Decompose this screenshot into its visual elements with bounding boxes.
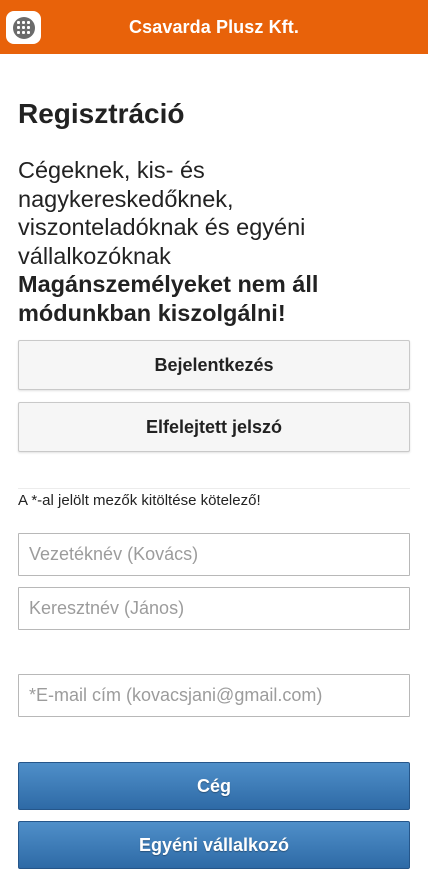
sole-trader-button[interactable]: Egyéni vállalkozó <box>18 821 410 869</box>
email-input[interactable] <box>18 674 410 717</box>
company-button[interactable]: Cég <box>18 762 410 810</box>
intro-text: Cégeknek, kis- és nagykereskedőknek, vis… <box>18 156 410 327</box>
intro-description: Cégeknek, kis- és nagykereskedőknek, vis… <box>18 157 306 269</box>
divider <box>18 488 410 489</box>
intro-warning: Magánszemélyeket nem áll módunkban kiszo… <box>18 271 319 326</box>
app-header: Csavarda Plusz Kft. <box>0 0 428 54</box>
required-fields-note: A *-al jelölt mezők kitöltése kötelező! <box>18 492 261 509</box>
first-name-input[interactable] <box>18 587 410 630</box>
grid-menu-icon <box>12 16 35 39</box>
grid-menu-button[interactable] <box>6 11 41 44</box>
last-name-input[interactable] <box>18 533 410 576</box>
page-title: Regisztráció <box>18 98 185 129</box>
app-title: Csavarda Plusz Kft. <box>129 16 299 37</box>
login-button[interactable]: Bejelentkezés <box>18 340 410 390</box>
forgot-password-button[interactable]: Elfelejtett jelszó <box>18 402 410 452</box>
